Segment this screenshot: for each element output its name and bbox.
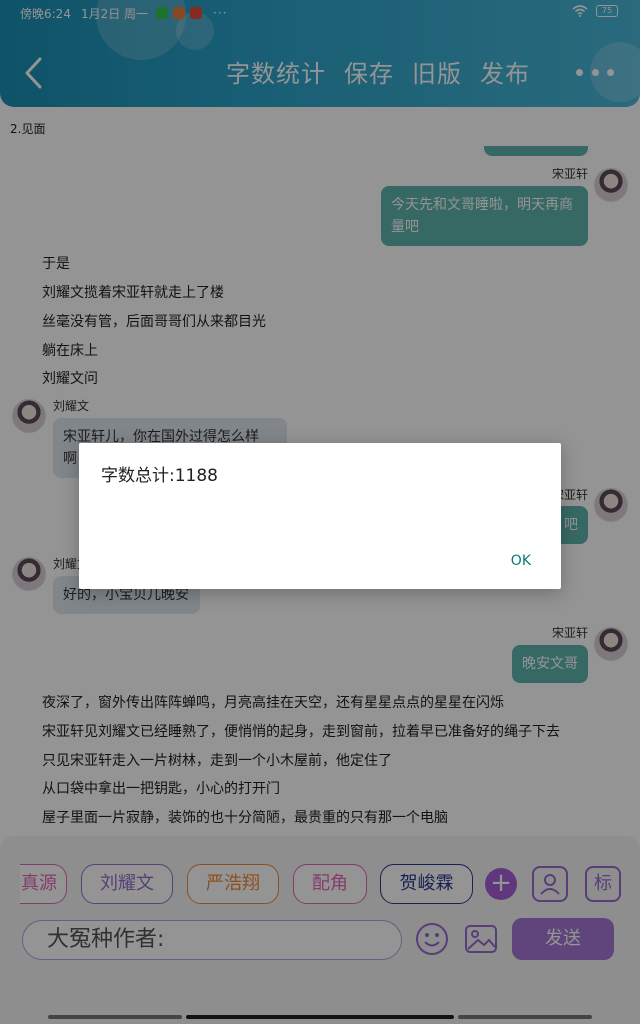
word-count-dialog: 字数总计:1188 OK bbox=[79, 443, 561, 589]
ok-button[interactable]: OK bbox=[499, 549, 543, 573]
dialog-message: 字数总计:1188 bbox=[101, 466, 218, 486]
